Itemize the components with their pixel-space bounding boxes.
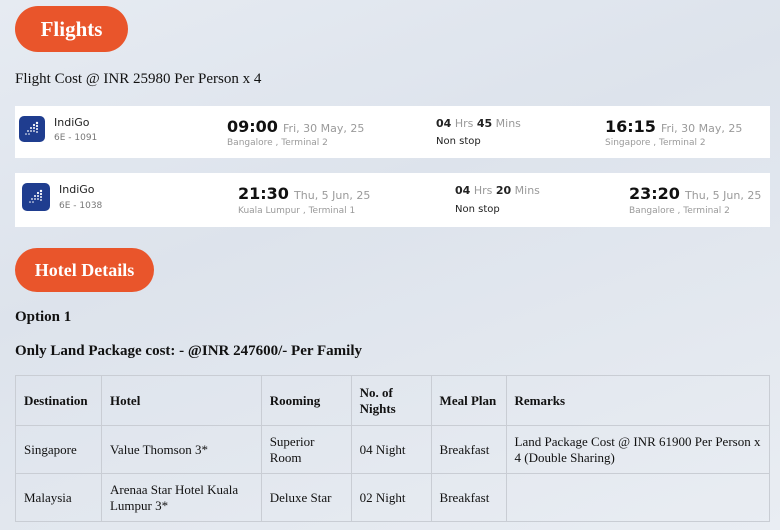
table-row: Singapore Value Thomson 3* Superior Room…	[15, 425, 771, 474]
flight-card-return[interactable]: IndiGo 6E - 1038 21:30 Thu, 5 Jun, 25 Ku…	[15, 173, 770, 227]
table-row: Malaysia Arenaa Star Hotel Kuala Lumpur …	[15, 473, 771, 522]
flight-number: 6E - 1091	[54, 133, 98, 143]
departure-place: Kuala Lumpur , Terminal 1	[238, 206, 356, 216]
flight-duration: 04 Hrs 20 Mins	[455, 184, 540, 197]
arrival-time: 23:20	[629, 184, 680, 203]
flight-card-outbound[interactable]: IndiGo 6E - 1091 09:00 Fri, 30 May, 25 B…	[15, 106, 770, 158]
flight-duration: 04 Hrs 45 Mins	[436, 117, 521, 130]
column-header: No. of Nights	[350, 375, 432, 426]
package-cost-text: Only Land Package cost: - @INR 247600/- …	[15, 343, 362, 359]
arrival-place: Singapore , Terminal 2	[605, 138, 706, 148]
departure-date: Fri, 30 May, 25	[283, 122, 365, 135]
column-header: Destination	[15, 375, 102, 426]
flights-section-title: Flights	[15, 6, 128, 52]
option-title: Option 1	[15, 309, 72, 325]
departure-time: 09:00	[227, 117, 278, 136]
flight-cost-text: Flight Cost @ INR 25980 Per Person x 4	[15, 71, 262, 87]
arrival-place: Bangalore , Terminal 2	[629, 206, 730, 216]
stops-info: Non stop	[436, 136, 481, 147]
arrival-date: Fri, 30 May, 25	[661, 122, 743, 135]
table-cell: 04 Night	[350, 425, 432, 474]
departure-date: Thu, 5 Jun, 25	[294, 189, 371, 202]
table-cell: Breakfast	[430, 425, 507, 474]
hotel-section-title: Hotel Details	[15, 248, 154, 292]
airline-name: IndiGo	[59, 183, 95, 196]
table-header-row: Destination Hotel Rooming No. of Nights …	[15, 375, 771, 426]
stops-info: Non stop	[455, 204, 500, 215]
indigo-logo-icon	[22, 183, 50, 211]
table-cell: Arenaa Star Hotel Kuala Lumpur 3*	[100, 473, 262, 522]
column-header: Meal Plan	[430, 375, 507, 426]
table-cell: Breakfast	[430, 473, 507, 522]
table-cell	[505, 473, 771, 522]
departure-time: 21:30	[238, 184, 289, 203]
column-header: Hotel	[100, 375, 262, 426]
arrival-date: Thu, 5 Jun, 25	[685, 189, 762, 202]
airline-name: IndiGo	[54, 116, 90, 129]
hotel-table: Destination Hotel Rooming No. of Nights …	[15, 375, 771, 522]
column-header: Remarks	[505, 375, 771, 426]
arrival-time: 16:15	[605, 117, 656, 136]
table-cell: Land Package Cost @ INR 61900 Per Person…	[505, 425, 771, 474]
table-cell: 02 Night	[350, 473, 432, 522]
departure-place: Bangalore , Terminal 2	[227, 138, 328, 148]
table-cell: Value Thomson 3*	[100, 425, 262, 474]
flight-number: 6E - 1038	[59, 201, 103, 211]
table-cell: Deluxe Star	[260, 473, 352, 522]
table-cell: Singapore	[15, 425, 102, 474]
table-cell: Malaysia	[15, 473, 102, 522]
column-header: Rooming	[260, 375, 352, 426]
table-cell: Superior Room	[260, 425, 352, 474]
indigo-logo-icon	[19, 116, 45, 142]
